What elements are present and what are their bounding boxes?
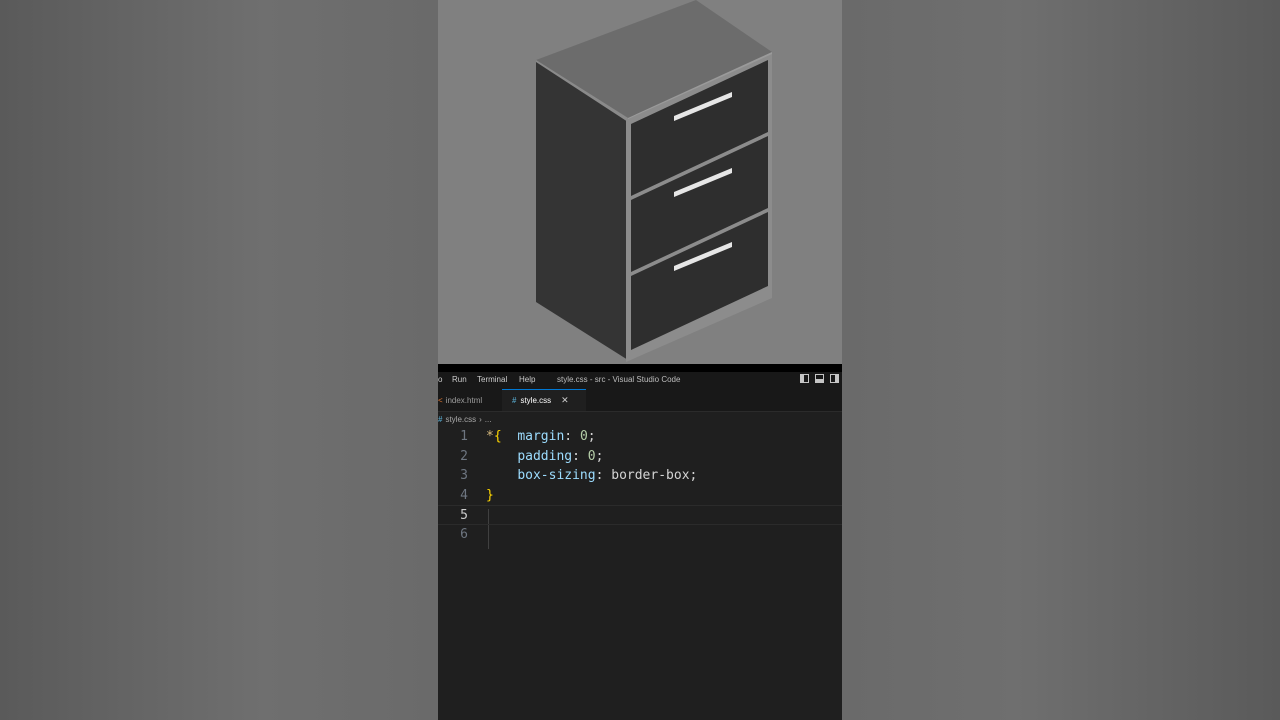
layout-sidebar-left-icon[interactable] [800,374,809,383]
window-title: style.css - src - Visual Studio Code [557,375,681,384]
line-number: 4 [460,487,468,503]
css-value: border-box [611,468,690,484]
background-left [0,0,438,720]
line-content: box-sizing: border-box; [486,466,697,486]
colon: : [564,429,573,444]
layout-controls [800,374,839,383]
css-file-icon: # [512,396,517,405]
code-line[interactable]: 1 *{ margin: 0; [438,427,842,447]
semicolon: ; [689,468,698,484]
video-frame: o Run Terminal Help style.css - src - Vi… [438,0,842,720]
title-bar: o Run Terminal Help style.css - src - Vi… [438,364,842,389]
css-property: padding [517,448,573,464]
tab-style-css[interactable]: # style.css ✕ [502,389,586,411]
css-file-icon: # [438,414,443,424]
colon: : [572,448,580,464]
css-value: 0 [587,448,596,464]
semicolon: ; [595,448,604,464]
chevron-right-icon: › [479,414,482,424]
breadcrumb-file[interactable]: style.css [445,415,476,424]
line-content: } [486,486,494,506]
menu-go-partial[interactable]: o [438,375,442,384]
title-bar-strip [438,364,842,372]
line-number: 6 [460,526,468,542]
code-line[interactable]: 3 box-sizing: border-box; [438,466,842,486]
open-brace: { [493,429,502,444]
code-line[interactable]: 6 [438,525,842,545]
menu-run[interactable]: Run [452,375,467,384]
layout-panel-icon[interactable] [815,374,824,383]
line-number: 5 [460,508,468,524]
semicolon: ; [587,429,596,444]
layout-sidebar-right-icon[interactable] [830,374,839,383]
html-file-icon: < [438,395,443,405]
code-line[interactable]: 4 } [438,486,842,506]
code-line-current[interactable]: 5 [438,505,842,525]
tab-label: style.css [520,396,552,405]
tab-index-html[interactable]: < index.html [438,389,502,411]
css-property: margin [517,429,565,444]
close-icon[interactable]: ✕ [561,395,569,406]
css-property: box-sizing [517,468,596,484]
browser-preview [438,0,842,364]
breadcrumb-rest[interactable]: ... [485,415,492,424]
line-number: 2 [460,448,468,464]
colon: : [595,468,604,484]
css-selector: * [486,429,494,444]
background-right [842,0,1280,720]
close-brace: } [486,487,494,503]
css-value: 0 [579,429,588,444]
line-content: *{ margin: 0; [486,427,596,447]
cabinet-render [536,0,772,362]
vscode-window: o Run Terminal Help style.css - src - Vi… [438,364,842,720]
line-content: padding: 0; [486,447,603,467]
breadcrumb: # style.css › ... [438,412,491,426]
menu-help[interactable]: Help [519,375,535,384]
code-editor[interactable]: 1 *{ margin: 0; 2 padding: 0; 3 box-sizi… [438,427,842,549]
code-line[interactable]: 2 padding: 0; [438,447,842,467]
line-number: 1 [460,429,468,444]
tab-label: index.html [445,395,483,405]
menu-terminal[interactable]: Terminal [477,375,507,384]
editor-tabs: < index.html # style.css ✕ [438,389,842,412]
line-number: 3 [460,468,468,484]
